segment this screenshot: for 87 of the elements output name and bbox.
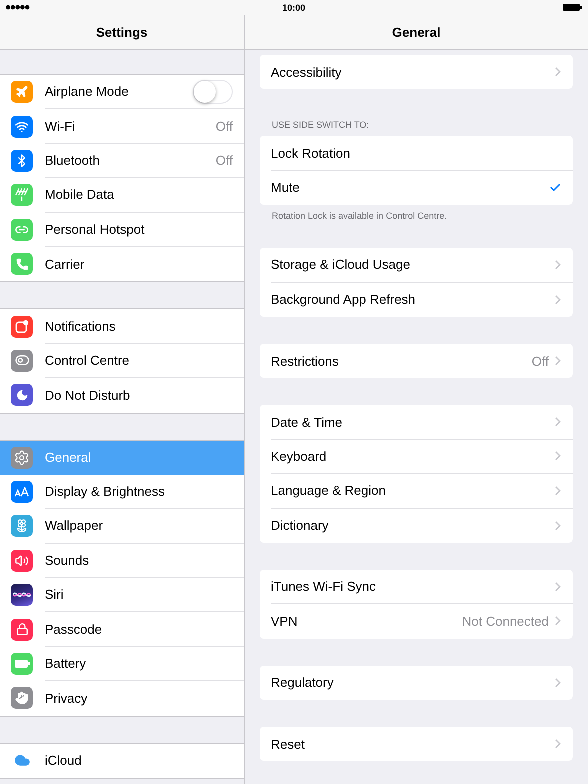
text-size-icon [11, 481, 33, 504]
settings-row[interactable]: Regulatory [260, 666, 573, 700]
chevron-icon [555, 486, 561, 496]
chevron-icon [555, 739, 561, 750]
chevron-icon [555, 417, 561, 428]
settings-row[interactable]: Restrictions Off [260, 344, 573, 378]
settings-row[interactable]: Language & Region [260, 474, 573, 509]
chevron-icon [555, 520, 561, 531]
item-label: Battery [45, 656, 88, 672]
item-label: Carrier [45, 256, 86, 272]
section-footer: Rotation Lock is available in Control Centre. [260, 205, 573, 222]
row-value: Off [532, 354, 549, 369]
chevron-icon [555, 356, 561, 366]
row-label: Keyboard [271, 448, 328, 464]
row-label: VPN [271, 614, 299, 629]
siri-icon [11, 584, 33, 606]
settings-row[interactable]: Mute [260, 170, 573, 206]
navigation-title: General [392, 24, 441, 40]
item-label: Passcode [45, 622, 104, 637]
settings-row[interactable]: Reset [260, 727, 573, 762]
settings-row[interactable]: Background App Refresh [260, 282, 573, 317]
row-label: Background App Refresh [271, 292, 417, 308]
row-label: Lock Rotation [271, 146, 352, 161]
switches-icon [11, 350, 33, 372]
wifi-icon [11, 116, 33, 138]
item-label: Privacy [45, 690, 89, 706]
row-label: Dictionary [271, 518, 330, 534]
signal-icon [6, 5, 30, 10]
item-label: Control Centre [45, 352, 131, 368]
battery-icon [11, 653, 33, 676]
item-label: Personal Hotspot [45, 222, 146, 237]
row-value: Not Connected [462, 614, 549, 629]
antenna-icon [11, 184, 33, 206]
settings-row[interactable]: Keyboard [260, 440, 573, 474]
row-label: Reset [271, 736, 306, 752]
navigation-title: Settings [96, 24, 148, 40]
moon-icon [11, 384, 33, 406]
flower-icon [11, 515, 33, 538]
row-label: Language & Region [271, 483, 387, 498]
speaker-icon [11, 550, 33, 572]
chevron-icon [555, 260, 561, 270]
settings-row[interactable]: Lock Rotation [260, 136, 573, 171]
row-label: Restrictions [271, 354, 340, 369]
phone-icon [11, 253, 33, 276]
settings-row[interactable]: Date & Time [260, 405, 573, 440]
settings-row[interactable]: Storage & iCloud Usage [260, 248, 573, 283]
lock-icon [11, 618, 33, 641]
item-label: Sounds [45, 552, 90, 568]
section-header: USE SIDE SWITCH TO: [271, 119, 370, 132]
notifications-icon [11, 316, 33, 338]
item-label: Mobile Data [45, 187, 116, 202]
item-label: General [45, 450, 92, 466]
row-label: Date & Time [271, 414, 344, 430]
settings-row[interactable]: Dictionary [260, 508, 573, 543]
item-label: Notifications [45, 318, 117, 334]
item-label: Do Not Disturb [45, 388, 132, 403]
item-value: Off [216, 152, 233, 168]
airplane-icon [11, 81, 33, 104]
item-value: Off [216, 118, 233, 134]
chevron-icon [555, 67, 561, 78]
chain-link-icon [11, 218, 33, 241]
hand-icon [11, 687, 33, 710]
chevron-icon [555, 616, 561, 626]
settings-icon [11, 446, 33, 469]
row-label: Regulatory [271, 675, 335, 690]
battery-icon [563, 4, 582, 11]
item-label: Siri [45, 587, 65, 602]
chevron-icon [555, 582, 561, 592]
row-label: Mute [271, 180, 301, 196]
item-label: Bluetooth [45, 152, 101, 168]
toggle-switch[interactable] [193, 80, 233, 104]
chevron-icon [555, 678, 561, 688]
item-label: Wi-Fi [45, 118, 76, 134]
settings-row[interactable]: iTunes Wi-Fi Sync [260, 570, 573, 604]
item-label: Airplane Mode [45, 84, 130, 100]
row-label: Storage & iCloud Usage [271, 257, 412, 272]
settings-row[interactable]: Accessibility [260, 55, 573, 90]
status-time: 10:00 [282, 2, 306, 12]
settings-row[interactable]: VPN Not Connected [260, 604, 573, 639]
item-label: Wallpaper [45, 518, 104, 534]
bluetooth-icon [11, 150, 33, 172]
chevron-icon [555, 294, 561, 305]
row-label: Accessibility [271, 64, 343, 80]
row-label: iTunes Wi-Fi Sync [271, 579, 377, 594]
item-label: iCloud [45, 753, 83, 768]
chevron-icon [555, 451, 561, 462]
item-label: Display & Brightness [45, 484, 166, 500]
